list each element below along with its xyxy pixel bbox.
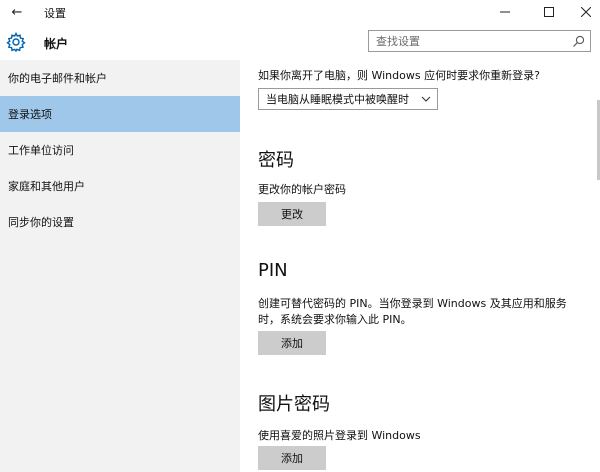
window-title: 设置 bbox=[44, 7, 66, 20]
picture-password-section-title: 图片密码 bbox=[258, 394, 330, 415]
dropdown-selected-value: 当电脑从睡眠模式中被唤醒时 bbox=[266, 93, 409, 106]
gear-icon bbox=[6, 32, 26, 52]
sidebar-item-family-users[interactable]: 家庭和其他用户 bbox=[0, 168, 240, 204]
password-section-title: 密码 bbox=[258, 150, 294, 171]
page-title: 帐户 bbox=[44, 37, 69, 51]
search-box[interactable] bbox=[368, 30, 591, 52]
pin-description: 创建可替代密码的 PIN。当你登录到 Windows 及其应用和服务时，系统会要… bbox=[258, 297, 567, 326]
close-icon bbox=[581, 7, 591, 17]
minimize-button[interactable] bbox=[482, 0, 528, 24]
add-pin-button[interactable]: 添加 bbox=[258, 331, 326, 355]
search-input[interactable] bbox=[376, 32, 571, 50]
main-content: 如果你离开了电脑，则 Windows 应何时要求你重新登录? 当电脑从睡眠模式中… bbox=[240, 60, 600, 472]
pin-section-title: PIN bbox=[258, 260, 288, 281]
sidebar-item-work-access[interactable]: 工作单位访问 bbox=[0, 132, 240, 168]
change-password-button[interactable]: 更改 bbox=[258, 202, 326, 226]
sidebar-item-sign-in-options[interactable]: 登录选项 bbox=[0, 96, 240, 132]
picture-password-description: 使用喜爱的照片登录到 Windows bbox=[258, 429, 421, 442]
title-bar: ← 设置 bbox=[0, 0, 600, 24]
maximize-icon bbox=[544, 7, 554, 17]
require-signin-dropdown[interactable]: 当电脑从睡眠模式中被唤醒时 bbox=[258, 88, 438, 110]
close-button[interactable] bbox=[563, 0, 600, 24]
sidebar-item-sync-settings[interactable]: 同步你的设置 bbox=[0, 204, 240, 240]
search-icon[interactable] bbox=[572, 35, 585, 48]
require-signin-question: 如果你离开了电脑，则 Windows 应何时要求你重新登录? bbox=[258, 69, 540, 82]
page-header: 帐户 bbox=[0, 24, 600, 60]
sidebar-item-email-accounts[interactable]: 你的电子邮件和帐户 bbox=[0, 60, 240, 96]
back-button[interactable]: ← bbox=[7, 3, 27, 21]
sidebar: 你的电子邮件和帐户 登录选项 工作单位访问 家庭和其他用户 同步你的设置 bbox=[0, 60, 240, 472]
chevron-down-icon bbox=[421, 96, 431, 102]
password-description: 更改你的帐户密码 bbox=[258, 183, 346, 196]
add-picture-password-button[interactable]: 添加 bbox=[258, 446, 326, 470]
minimize-icon bbox=[500, 11, 510, 13]
